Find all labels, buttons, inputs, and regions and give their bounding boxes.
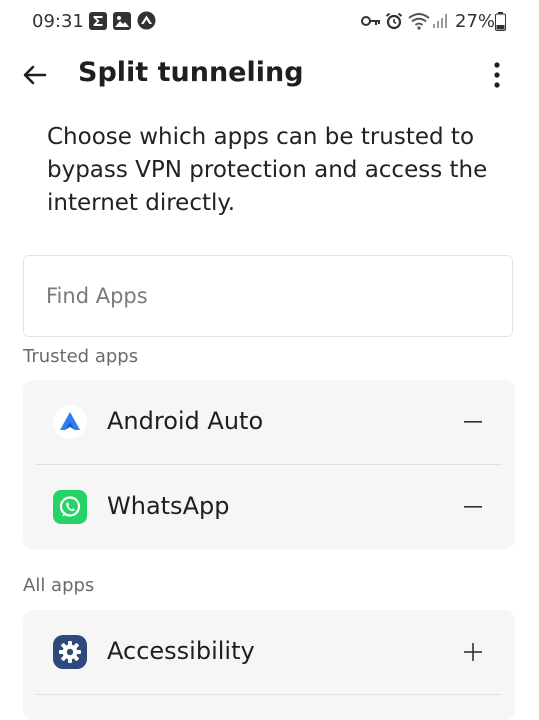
all-apps-label: All apps [23, 575, 95, 596]
app-name-accessibility: Accessibility [107, 637, 255, 665]
plus-icon [464, 643, 482, 661]
minus-icon [464, 421, 482, 423]
whatsapp-icon [53, 490, 87, 524]
more-options-button[interactable] [480, 58, 514, 92]
app-row-android-auto[interactable]: Android Auto [23, 380, 515, 464]
alarm-icon [385, 12, 403, 35]
remove-button-whatsapp[interactable] [453, 487, 493, 527]
wifi-icon [408, 12, 430, 35]
minus-icon [464, 506, 482, 508]
more-vertical-icon [494, 62, 500, 88]
app-name-android-auto: Android Auto [107, 407, 264, 435]
remove-button-android-auto[interactable] [453, 402, 493, 442]
row-divider [36, 694, 502, 695]
sigma-notification-icon [89, 12, 107, 35]
page-title: Split tunneling [78, 57, 304, 88]
app-row-accessibility[interactable]: Accessibility [23, 610, 515, 694]
signal-icon [432, 13, 448, 34]
page-description: Choose which apps can be trusted to bypa… [47, 124, 488, 216]
back-button[interactable] [18, 58, 52, 92]
arrow-left-icon [23, 65, 47, 85]
accessibility-gear-icon [53, 635, 87, 669]
add-button-accessibility[interactable] [453, 632, 493, 672]
vpn-app-notification-icon [137, 11, 156, 35]
trusted-apps-label: Trusted apps [23, 346, 139, 367]
app-name-whatsapp: WhatsApp [107, 492, 230, 520]
all-apps-card: Accessibility [23, 610, 515, 720]
app-bar: Split tunneling [0, 44, 539, 106]
trusted-apps-card: Android Auto WhatsApp [23, 380, 515, 549]
search-input[interactable] [46, 278, 486, 314]
status-time: 09:31 [32, 11, 84, 32]
vpn-key-icon [361, 14, 381, 33]
gallery-notification-icon [113, 12, 131, 35]
battery-percent: 27% [455, 11, 496, 32]
status-bar: 09:31 27% [0, 0, 539, 44]
android-auto-icon [53, 405, 87, 439]
battery-icon [495, 12, 506, 36]
search-box[interactable] [23, 255, 513, 337]
app-row-whatsapp[interactable]: WhatsApp [23, 465, 515, 549]
